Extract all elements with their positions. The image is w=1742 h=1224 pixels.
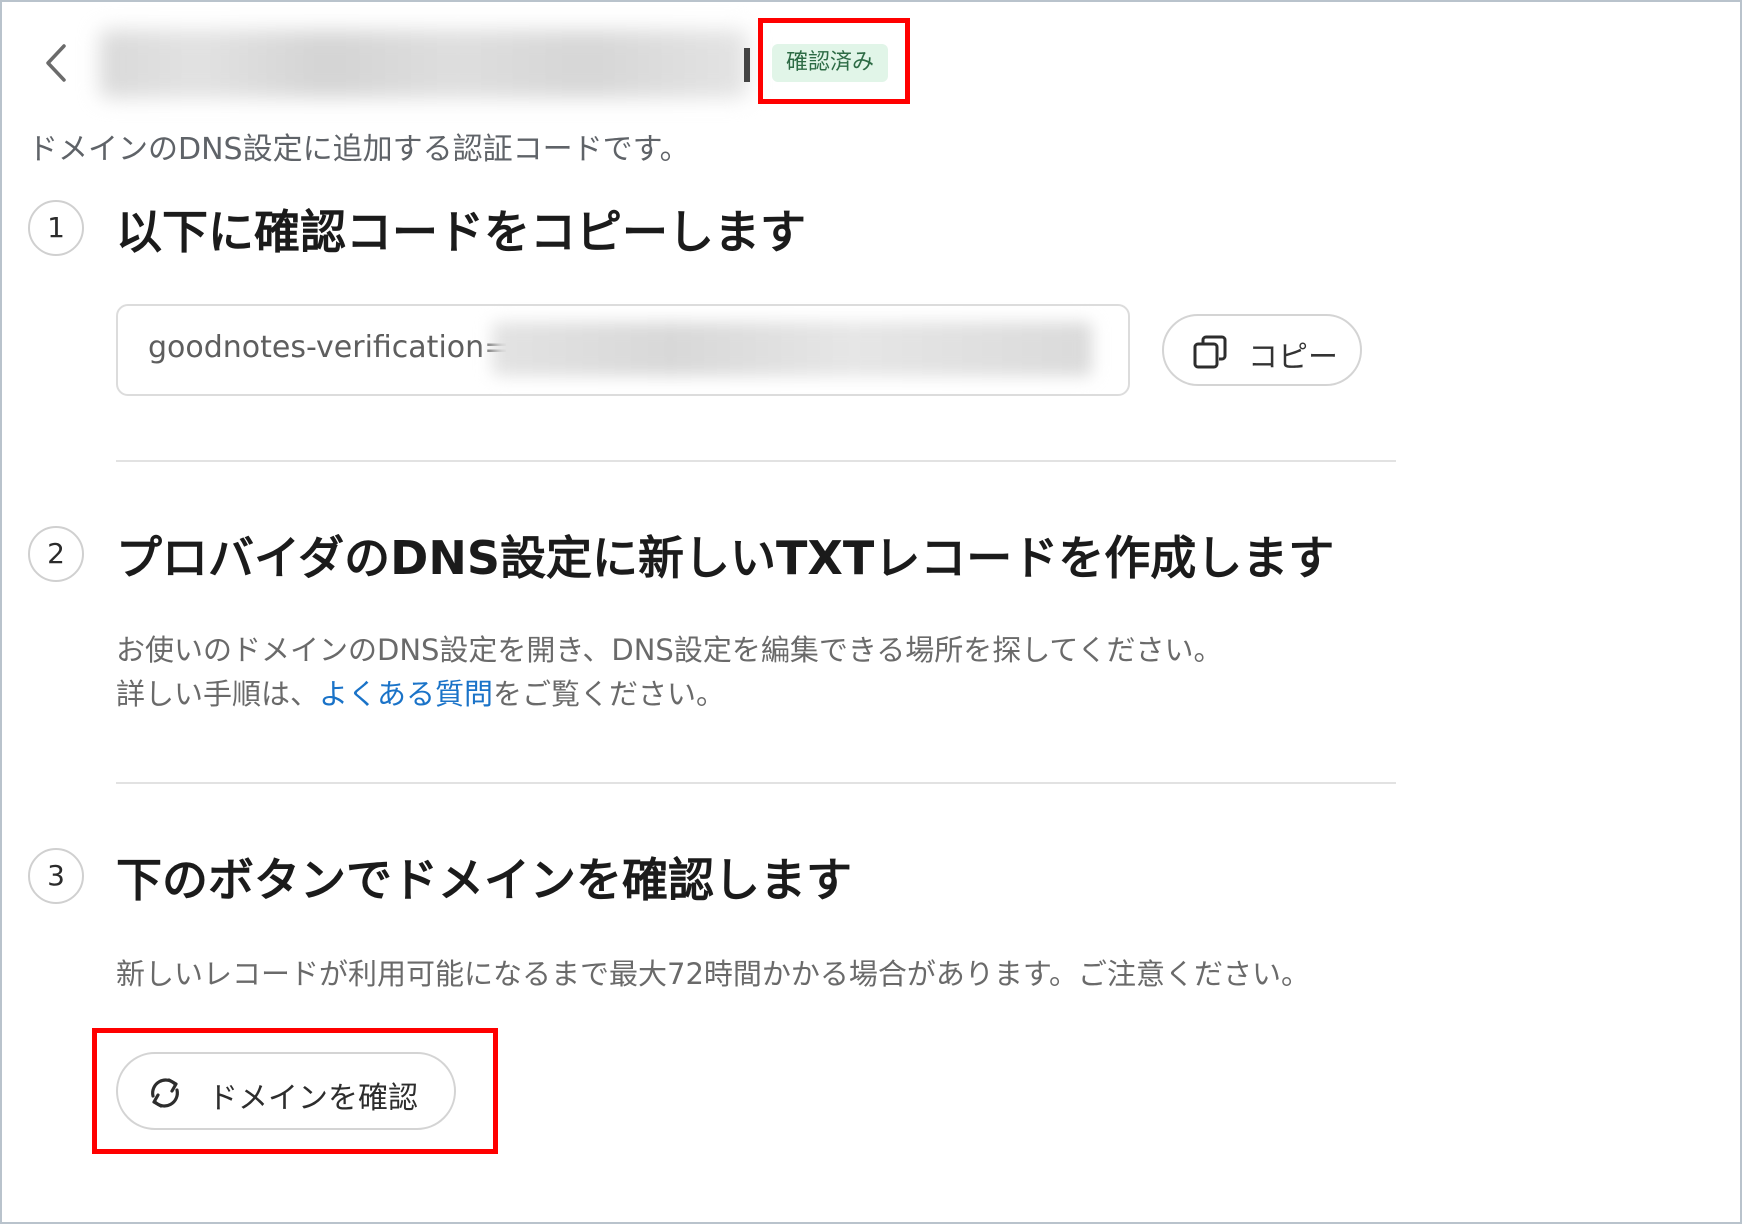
divider-2 xyxy=(116,782,1396,784)
step-number-1: 1 xyxy=(28,200,84,256)
domain-name-edge xyxy=(744,48,750,82)
step-3-title: 下のボタンでドメインを確認します xyxy=(116,853,852,907)
divider-1 xyxy=(116,460,1396,462)
domain-name-redacted xyxy=(100,30,748,98)
copy-button-label: コピー xyxy=(1248,340,1338,375)
highlight-box-verify xyxy=(92,1028,498,1154)
step-2-desc-after: をご覧ください。 xyxy=(493,677,726,711)
copy-icon xyxy=(1193,335,1227,369)
step-number-2: 2 xyxy=(28,526,84,582)
verification-code-prefix: goodnotes-verification= xyxy=(148,330,510,365)
step-2-desc-line1: お使いのドメインのDNS設定を開き、DNS設定を編集できる場所を探してください。 xyxy=(116,633,1223,667)
step-2-desc-before: 詳しい手順は、 xyxy=(116,677,320,711)
copy-button[interactable]: コピー xyxy=(1162,314,1362,386)
chevron-left-icon[interactable] xyxy=(40,40,74,86)
step-2-desc-line2: 詳しい手順は、よくある質問をご覧ください。 xyxy=(116,672,725,716)
highlight-box-badge xyxy=(758,18,910,104)
step-2-title: プロバイダのDNS設定に新しいTXTレコードを作成します xyxy=(116,531,1335,585)
step-1-title: 以下に確認コードをコピーします xyxy=(116,205,806,259)
verification-code-redacted xyxy=(492,322,1092,376)
step-3-desc: 新しいレコードが利用可能になるまで最大72時間かかる場合があります。ご注意くださ… xyxy=(116,957,1311,991)
intro-text: ドメインのDNS設定に追加する認証コードです。 xyxy=(28,132,690,167)
faq-link[interactable]: よくある質問 xyxy=(319,677,493,711)
step-number-3: 3 xyxy=(28,848,84,904)
